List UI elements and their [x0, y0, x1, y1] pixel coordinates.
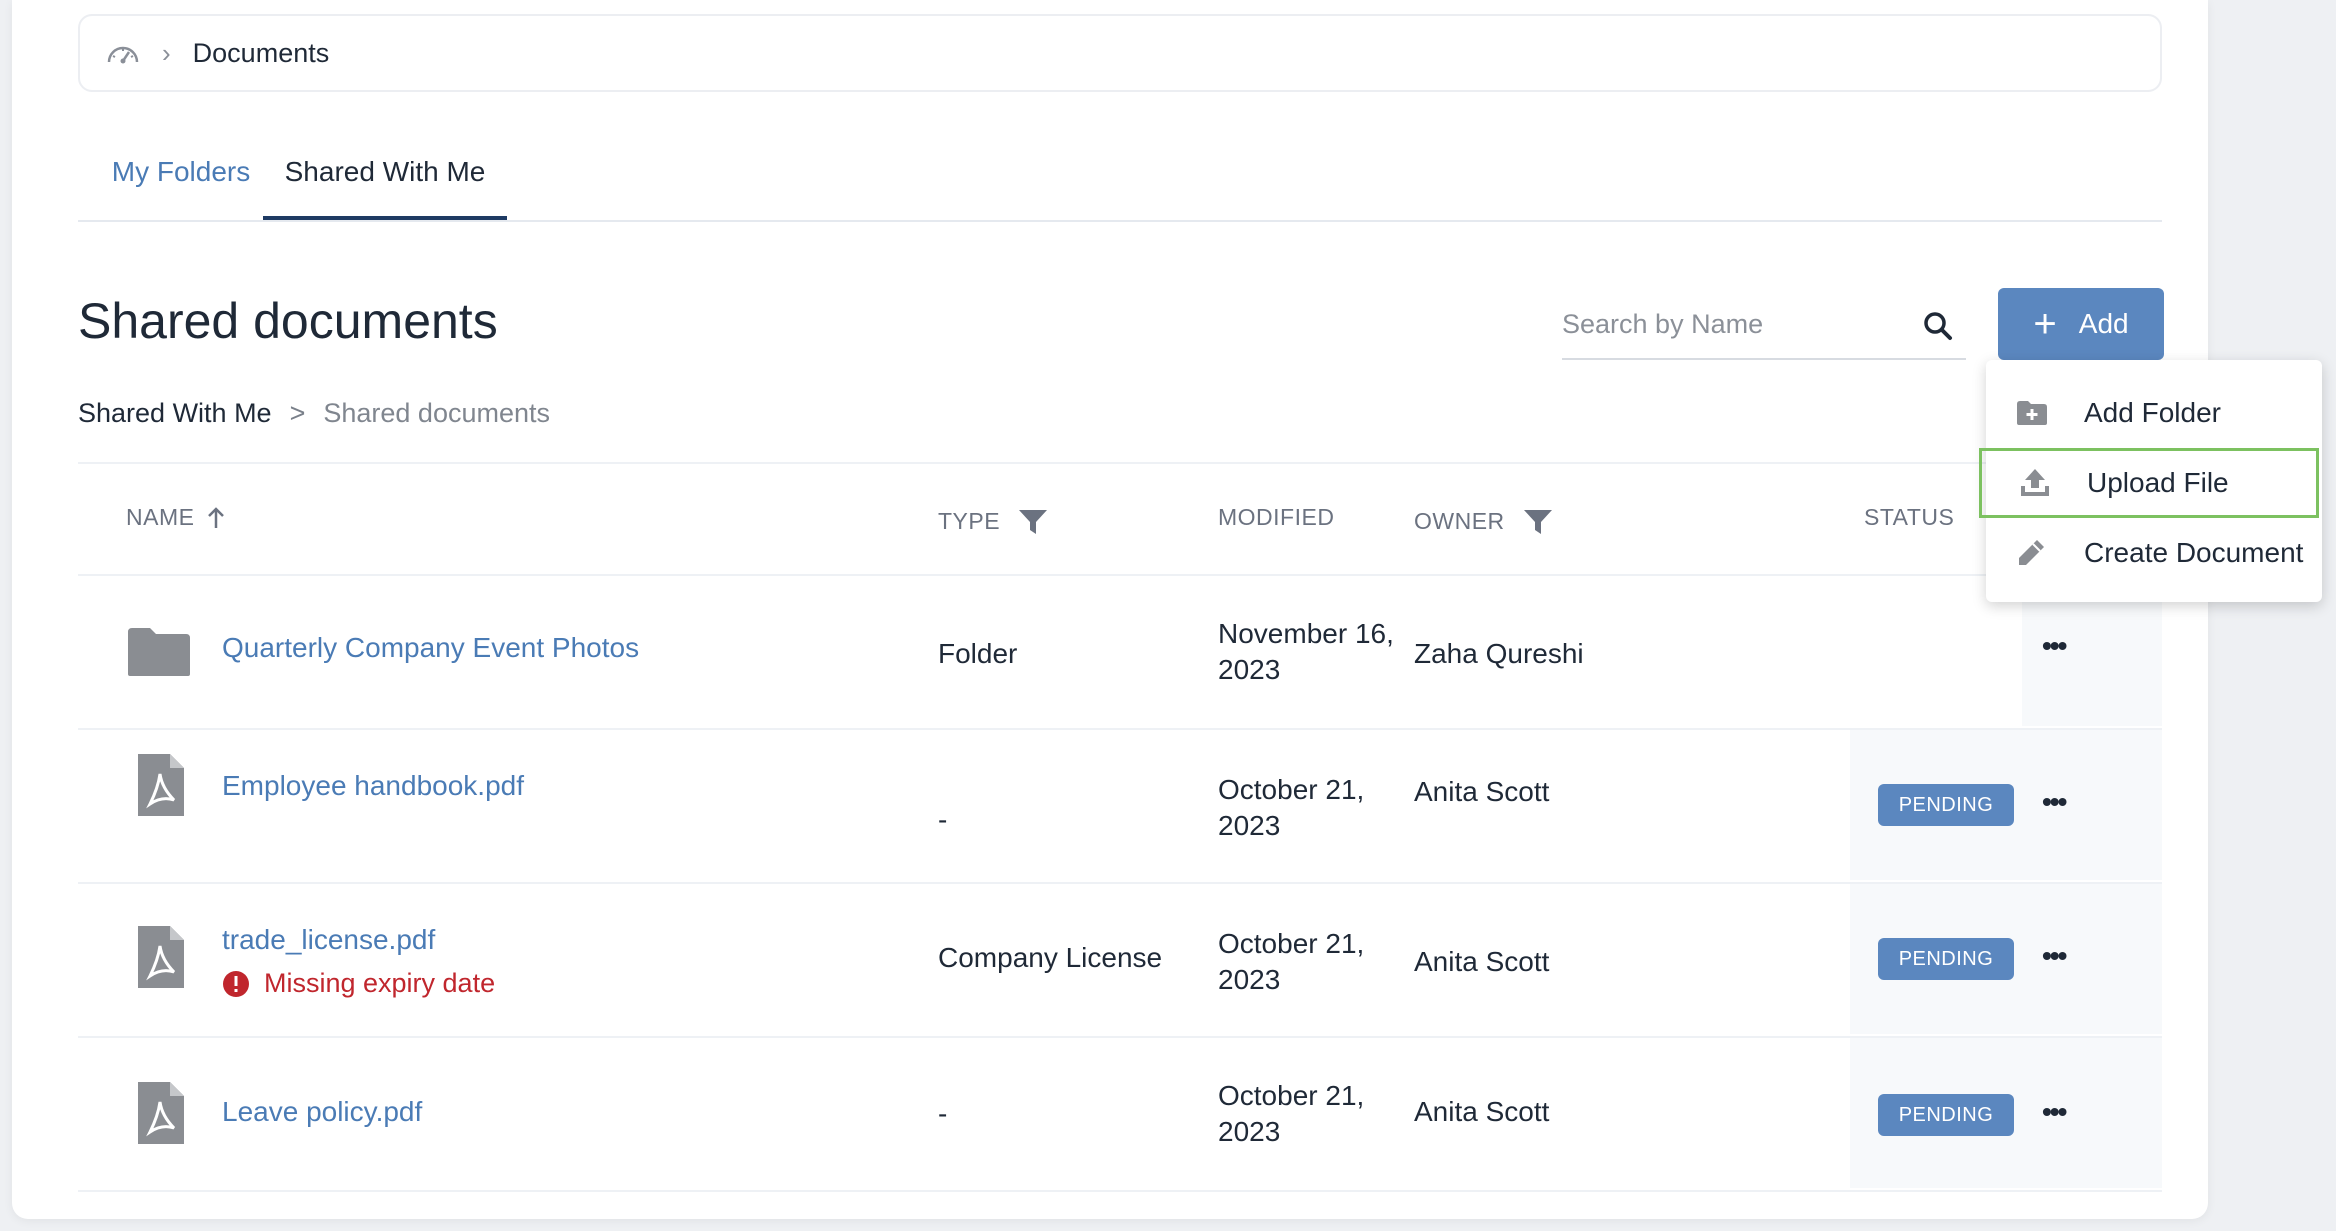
- menu-item-label: Add Folder: [2084, 397, 2221, 428]
- table-row: trade_license.pdf Missing expiry date Co…: [78, 882, 2162, 1036]
- header-type: TYPE: [938, 508, 1048, 535]
- document-type: -: [938, 1098, 948, 1129]
- menu-item-add-folder[interactable]: Add Folder: [1986, 378, 2322, 448]
- folder-path-breadcrumb: Shared With Me > Shared documents: [78, 398, 550, 429]
- add-dropdown-menu: Add Folder Upload File Create Document: [1979, 360, 2322, 602]
- document-type: Company License: [938, 942, 1163, 973]
- menu-item-label: Create Document: [2084, 537, 2304, 568]
- document-type: -: [938, 804, 948, 835]
- tab-bar: My Folders Shared With Me: [78, 140, 2162, 222]
- filter-icon[interactable]: [1523, 509, 1553, 535]
- tab-shared-with-me[interactable]: Shared With Me: [263, 140, 507, 220]
- status-badge: PENDING: [1878, 1094, 2014, 1136]
- add-button-label: Add: [2078, 308, 2129, 339]
- document-modified: October 21, 2023: [1218, 1078, 1364, 1150]
- tab-my-folders[interactable]: My Folders: [106, 140, 256, 220]
- breadcrumb-current: Documents: [192, 37, 330, 68]
- document-name-link[interactable]: trade_license.pdf: [222, 924, 435, 956]
- header-name[interactable]: NAME: [126, 504, 226, 531]
- sort-ascending-icon[interactable]: [206, 506, 226, 530]
- document-type: Folder: [938, 638, 1018, 669]
- header-modified[interactable]: MODIFIED: [1218, 504, 1334, 531]
- modified-date-line2: 2023: [1218, 1116, 1281, 1147]
- table-row: Leave policy.pdf - October 21, 2023 Anit…: [78, 1036, 2162, 1192]
- top-breadcrumb: › Documents: [78, 14, 2162, 92]
- menu-item-upload-file[interactable]: Upload File: [1979, 448, 2319, 518]
- documents-table: NAME TYPE MODIFIED OWNER STATUS Quarterl…: [78, 462, 2162, 1192]
- folder-icon: [128, 628, 190, 676]
- search-box: [1562, 300, 1966, 360]
- header-owner-label: OWNER: [1414, 508, 1505, 534]
- plus-icon: +: [2033, 302, 2057, 346]
- pdf-file-icon: [138, 926, 184, 988]
- filter-icon[interactable]: [1018, 509, 1048, 535]
- add-button[interactable]: + Add: [1998, 288, 2164, 360]
- table-header-row: NAME TYPE MODIFIED OWNER STATUS: [78, 462, 2162, 574]
- validation-error: Missing expiry date: [222, 968, 495, 999]
- modified-date-line2: 2023: [1218, 964, 1281, 995]
- more-options-icon[interactable]: •••: [2042, 940, 2067, 972]
- menu-item-label: Upload File: [2087, 467, 2229, 498]
- more-options-icon[interactable]: •••: [2042, 1096, 2067, 1128]
- chevron-right-icon: ›: [162, 37, 171, 68]
- document-name-link[interactable]: Employee handbook.pdf: [222, 770, 524, 802]
- table-row: Employee handbook.pdf - October 21, 2023…: [78, 728, 2162, 882]
- document-modified: November 16, 2023: [1218, 616, 1394, 688]
- dashboard-gauge-icon[interactable]: [106, 40, 140, 66]
- modified-date-line2: 2023: [1218, 810, 1281, 841]
- upload-icon: [2021, 469, 2049, 496]
- path-parent-link[interactable]: Shared With Me: [78, 398, 272, 429]
- document-modified: October 21, 2023: [1218, 772, 1364, 844]
- validation-error-text: Missing expiry date: [264, 968, 496, 998]
- table-row: Quarterly Company Event Photos Folder No…: [78, 574, 2162, 728]
- document-name-link[interactable]: Leave policy.pdf: [222, 1096, 422, 1128]
- path-current: Shared documents: [323, 398, 550, 428]
- document-owner: Anita Scott: [1414, 946, 1550, 977]
- document-owner: Anita Scott: [1414, 776, 1550, 807]
- header-type-label: TYPE: [938, 508, 1001, 534]
- status-badge: PENDING: [1878, 784, 2014, 826]
- modified-date-line1: October 21,: [1218, 774, 1365, 805]
- document-owner: Anita Scott: [1414, 1096, 1550, 1127]
- more-options-icon[interactable]: •••: [2042, 786, 2067, 818]
- search-icon[interactable]: [1922, 310, 1954, 342]
- menu-item-create-document[interactable]: Create Document: [1986, 518, 2322, 588]
- search-input[interactable]: [1562, 300, 1902, 348]
- document-modified: October 21, 2023: [1218, 926, 1364, 998]
- folder-plus-icon: [2017, 401, 2047, 425]
- modified-date-line1: October 21,: [1218, 1080, 1365, 1111]
- document-name-link[interactable]: Quarterly Company Event Photos: [222, 632, 639, 664]
- more-options-icon[interactable]: •••: [2042, 630, 2067, 662]
- header-owner: OWNER: [1414, 508, 1553, 535]
- header-name-label: NAME: [126, 504, 195, 530]
- pdf-file-icon: [138, 754, 184, 816]
- modified-date-line1: November 16,: [1218, 618, 1394, 649]
- document-owner: Zaha Qureshi: [1414, 638, 1584, 669]
- modified-date-line2: 2023: [1218, 654, 1281, 685]
- header-status[interactable]: STATUS: [1864, 504, 1954, 531]
- path-separator: >: [289, 398, 306, 428]
- content-card: › Documents My Folders Shared With Me Sh…: [12, 0, 2208, 1219]
- pdf-file-icon: [138, 1082, 184, 1144]
- error-alert-icon: [223, 970, 249, 997]
- page-title: Shared documents: [78, 293, 498, 349]
- pencil-icon: [2019, 540, 2044, 565]
- status-badge: PENDING: [1878, 938, 2014, 980]
- modified-date-line1: October 21,: [1218, 928, 1365, 959]
